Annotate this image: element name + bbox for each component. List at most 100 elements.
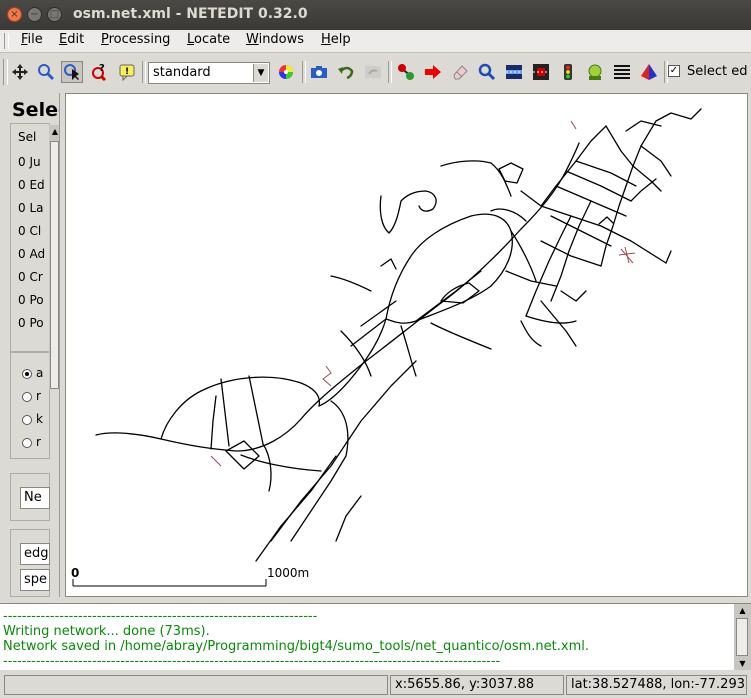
redo-button[interactable] — [362, 61, 384, 83]
count-additionals: 0 Ad — [18, 247, 46, 261]
connection-mode-icon — [533, 64, 549, 80]
panel-title: Selec — [12, 99, 59, 121]
scroll-down-icon[interactable]: ▼ — [734, 657, 751, 670]
maximize-window-button[interactable]: □ — [47, 7, 62, 22]
scheme-select-value: standard — [153, 65, 211, 80]
inspect-button[interactable]: ? — [88, 61, 110, 83]
scrollbar-thumb[interactable] — [736, 618, 748, 656]
select-pointer-icon — [64, 64, 79, 80]
inspect-mode-icon — [478, 63, 496, 81]
scrollbar-thumb[interactable] — [50, 141, 59, 389]
minimize-window-button[interactable]: − — [27, 7, 42, 22]
toolbar-separator — [302, 61, 306, 83]
color-scheme-icon — [279, 65, 293, 79]
mode-radio-label: a — [36, 366, 44, 380]
redo-icon — [365, 66, 381, 78]
screenshot-icon — [311, 66, 327, 78]
menu-help[interactable]: Help — [321, 32, 351, 47]
undo-button[interactable] — [335, 61, 357, 83]
road-network-map[interactable]: 0 1000m — [66, 94, 748, 597]
polygon-button[interactable] — [638, 61, 660, 83]
log-line: Network saved in /home/abray/Programming… — [3, 639, 589, 654]
title-bar: × − □ osm.net.xml - NETEDIT 0.32.0 — [0, 0, 751, 30]
locate-button[interactable] — [35, 61, 57, 83]
count-polygons: 0 Po — [18, 293, 44, 307]
menu-locate[interactable]: Locate — [187, 32, 230, 47]
traffic-light-icon — [564, 64, 572, 80]
window-title: osm.net.xml - NETEDIT 0.32.0 — [73, 6, 308, 22]
count-pois: 0 Po — [18, 316, 44, 330]
close-window-button[interactable]: × — [7, 7, 22, 22]
traffic-light-button[interactable] — [557, 61, 579, 83]
screenshot-button[interactable] — [308, 61, 330, 83]
select-pointer-button[interactable] — [61, 61, 83, 83]
menu-edit[interactable]: Edit — [59, 32, 84, 47]
panel-scrollbar[interactable]: ▲ — [49, 125, 59, 389]
net-element-select[interactable]: Ne — [20, 487, 50, 509]
mode-radio-remove[interactable] — [22, 392, 32, 402]
svg-text:!: ! — [125, 67, 129, 77]
svg-text:?: ? — [99, 63, 105, 74]
status-bar: x:5655.86, y:3037.88 lat:38.527488, lon:… — [0, 672, 751, 698]
recenter-view-button[interactable] — [9, 61, 31, 83]
toolbar-grip[interactable] — [3, 59, 8, 85]
cursor-coordinates: x:5655.86, y:3037.88 — [390, 675, 564, 695]
mode-radio-label: r — [36, 435, 41, 449]
crossing-button[interactable] — [611, 61, 633, 83]
scroll-up-icon[interactable]: ▲ — [734, 604, 751, 617]
toolbar: ? ! — [0, 55, 751, 90]
additional-icon — [588, 64, 602, 80]
minimize-icon: − — [30, 9, 39, 20]
menu-windows[interactable]: Windows — [246, 32, 304, 47]
log-line: Writing network... done (73ms). — [3, 624, 210, 639]
attribute-select[interactable]: spe — [20, 569, 50, 591]
message-log[interactable]: ----------------------------------------… — [0, 603, 751, 670]
network-canvas[interactable]: 0 1000m — [65, 93, 748, 597]
polygon-icon — [641, 64, 657, 80]
locate-icon — [38, 64, 55, 81]
menu-bar: File Edit Processing Locate Windows Help — [0, 30, 751, 53]
recenter-view-icon — [12, 64, 28, 80]
move-icon — [425, 65, 441, 79]
tooltip-button[interactable]: ! — [116, 61, 138, 83]
count-junctions: 0 Ju — [18, 155, 41, 169]
menu-file[interactable]: File — [21, 32, 43, 47]
log-line: ----------------------------------------… — [3, 609, 318, 624]
tooltip-icon: ! — [119, 64, 135, 81]
mode-radio-add[interactable] — [22, 369, 32, 379]
scheme-select[interactable]: standard ▼ — [148, 62, 270, 84]
select-edges-label: Select ed — [687, 64, 748, 79]
connection-mode-button[interactable] — [530, 61, 552, 83]
count-connections: 0 Cl — [18, 224, 42, 238]
count-lanes: 0 La — [18, 201, 44, 215]
additional-button[interactable] — [584, 61, 606, 83]
delete-button[interactable] — [449, 61, 471, 83]
log-line: ----------------------------------------… — [3, 654, 501, 669]
color-scheme-button[interactable] — [275, 61, 297, 83]
scale-end-label: 1000m — [267, 566, 309, 580]
counts-group-label: Sel — [18, 130, 37, 144]
maximize-icon: □ — [49, 9, 60, 20]
toolbar-separator — [142, 61, 146, 83]
selection-panel: Selec Sel 0 Ju 0 Ed 0 La 0 Cl 0 Ad 0 Cr … — [6, 93, 60, 597]
mode-radio-keep[interactable] — [22, 415, 32, 425]
select-edges-checkbox[interactable]: ✓ — [668, 65, 680, 77]
inspect-mode-button[interactable] — [476, 61, 498, 83]
mode-radio-label: k — [36, 412, 43, 426]
scroll-up-icon[interactable]: ▲ — [49, 125, 59, 139]
create-edge-button[interactable] — [395, 61, 417, 83]
status-message — [4, 675, 388, 695]
create-edge-icon — [398, 64, 414, 80]
menubar-grip[interactable] — [4, 33, 9, 49]
log-scrollbar[interactable]: ▲ ▼ — [734, 604, 751, 670]
mode-radio-replace[interactable] — [22, 438, 32, 448]
inspect-icon: ? — [92, 63, 107, 81]
move-button[interactable] — [422, 61, 444, 83]
mode-radio-label: r — [36, 389, 41, 403]
select-mode-button[interactable] — [503, 61, 525, 83]
count-edges: 0 Ed — [18, 178, 45, 192]
tag-select[interactable]: edg — [20, 543, 50, 565]
menu-processing[interactable]: Processing — [101, 32, 170, 47]
delete-icon — [453, 65, 468, 80]
undo-icon — [338, 66, 354, 80]
